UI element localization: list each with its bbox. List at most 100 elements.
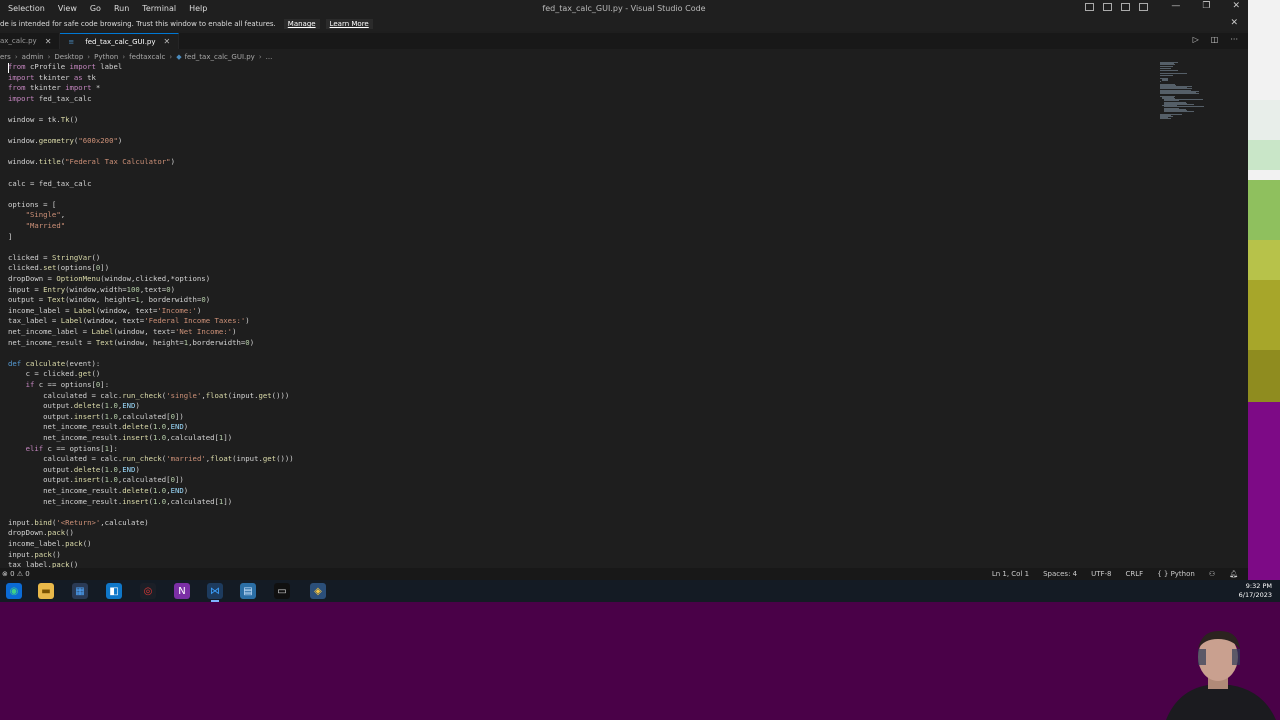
onenote-icon[interactable]: N xyxy=(174,583,190,599)
code-line[interactable]: output.delete(1.0,END) xyxy=(8,465,140,476)
code-line[interactable]: net_income_result = Text(window, height=… xyxy=(8,338,254,349)
code-line[interactable]: clicked.set(options[0]) xyxy=(8,263,109,274)
code-line[interactable]: income_label.pack() xyxy=(8,539,92,550)
encoding[interactable]: UTF-8 xyxy=(1091,570,1111,578)
code-line[interactable]: tax_label = Label(window, text='Federal … xyxy=(8,316,250,327)
toggle-secondary-sidebar-icon[interactable] xyxy=(1121,3,1130,11)
code-line[interactable]: calculated = calc.run_check('married',fl… xyxy=(8,454,294,465)
notifications-icon[interactable]: 🔔︎ xyxy=(1229,570,1238,578)
vscode-icon[interactable]: ⋈ xyxy=(207,583,223,602)
breadcrumb-item[interactable]: Python xyxy=(94,53,118,61)
menu-help[interactable]: Help xyxy=(189,4,207,13)
code-line[interactable]: input.bind('<Return>',calculate) xyxy=(8,518,149,529)
indentation[interactable]: Spaces: 4 xyxy=(1043,570,1077,578)
edge-icon[interactable]: ◉ xyxy=(6,583,22,599)
notepad-icon[interactable]: ▤ xyxy=(240,583,256,599)
tab-close-icon[interactable]: ✕ xyxy=(45,37,52,46)
store-bag-icon[interactable]: ◧ xyxy=(106,583,122,599)
menu-go[interactable]: Go xyxy=(90,4,101,13)
tab-fed-tax-calc-gui[interactable]: ≡ fed_tax_calc_GUI.py ✕ xyxy=(60,33,180,49)
menu-terminal[interactable]: Terminal xyxy=(142,4,176,13)
breadcrumb: ers › admin › Desktop › Python › fedtaxcalc ›… xyxy=(0,51,272,62)
code-line[interactable]: net_income_result.insert(1.0,calculated[… xyxy=(8,497,232,508)
breadcrumb-item[interactable]: ers xyxy=(0,53,11,61)
code-line[interactable]: output.insert(1.0,calculated[0]) xyxy=(8,412,184,423)
breadcrumb-item[interactable]: Desktop xyxy=(54,53,83,61)
breadcrumb-item[interactable]: admin xyxy=(22,53,44,61)
file-explorer-icon[interactable]: ▬ xyxy=(38,583,54,599)
menu-view[interactable]: View xyxy=(58,4,77,13)
chevron-right-icon: › xyxy=(258,52,262,61)
code-line[interactable]: output = Text(window, height=1, borderwi… xyxy=(8,295,210,306)
end-of-line[interactable]: CRLF xyxy=(1126,570,1144,578)
close-icon[interactable]: ✕ xyxy=(1232,1,1240,11)
breadcrumb-item[interactable]: fedtaxcalc xyxy=(129,53,165,61)
language-mode[interactable]: { } Python xyxy=(1157,570,1195,578)
minimap-line xyxy=(1160,72,1187,74)
menu-run[interactable]: Run xyxy=(114,4,129,13)
python-file-icon: ◆ xyxy=(176,52,182,61)
tab-tax-calc[interactable]: ax_calc.py ✕ xyxy=(0,33,61,49)
minimize-icon[interactable]: — xyxy=(1171,1,1180,11)
tab-label: ax_calc.py xyxy=(0,37,37,45)
menu-selection[interactable]: Selection xyxy=(8,4,45,13)
feedback-icon[interactable]: ⚇ xyxy=(1209,570,1215,578)
code-line[interactable]: net_income_label = Label(window, text='N… xyxy=(8,327,237,338)
code-line[interactable]: input.pack() xyxy=(8,550,61,561)
store-icon[interactable]: ▦ xyxy=(72,583,88,599)
code-line[interactable]: net_income_result.delete(1.0,END) xyxy=(8,422,188,433)
code-line[interactable]: input = Entry(window,width=100,text=0) xyxy=(8,285,175,296)
code-line[interactable]: net_income_result.delete(1.0,END) xyxy=(8,486,188,497)
code-line[interactable]: elif c == options[1]: xyxy=(8,444,118,455)
learn-more-link[interactable]: Learn More xyxy=(325,19,373,29)
code-line[interactable]: "Single", xyxy=(8,210,66,221)
code-line[interactable]: window.geometry("600x200") xyxy=(8,136,122,147)
code-line[interactable]: import tkinter as tk xyxy=(8,73,96,84)
chevron-right-icon: › xyxy=(47,52,51,61)
code-line[interactable]: window.title("Federal Tax Calculator") xyxy=(8,157,175,168)
code-line[interactable]: def calculate(event): xyxy=(8,359,100,370)
code-line[interactable]: dropDown.pack() xyxy=(8,528,74,539)
status-bar: ⊗ 0 ⚠ 0 Ln 1, Col 1 Spaces: 4 UTF-8 CRLF… xyxy=(0,568,1248,580)
text-cursor xyxy=(8,63,9,73)
banner-close-icon[interactable]: ✕ xyxy=(1230,18,1238,28)
more-actions-icon[interactable]: ··· xyxy=(1230,35,1238,44)
tab-close-icon[interactable]: ✕ xyxy=(164,37,171,46)
python-icon[interactable]: ◈ xyxy=(310,583,326,599)
code-line[interactable]: calculated = calc.run_check('single',flo… xyxy=(8,391,289,402)
system-clock[interactable]: 9:32 PM 6/17/2023 xyxy=(1239,582,1272,600)
split-editor-icon[interactable]: ◫ xyxy=(1211,35,1219,44)
code-line[interactable]: import fed_tax_calc xyxy=(8,94,91,105)
minimap-line xyxy=(1160,81,1161,83)
code-line[interactable]: c = clicked.get() xyxy=(8,369,101,380)
run-icon[interactable]: ▷ xyxy=(1193,35,1199,44)
code-line[interactable]: from cProfile import label xyxy=(8,62,122,73)
code-line[interactable]: options = [ xyxy=(8,200,56,211)
toggle-panel-icon[interactable] xyxy=(1103,3,1112,11)
code-line[interactable]: "Married" xyxy=(8,221,66,232)
chrome-icon[interactable]: ◎ xyxy=(140,583,156,599)
code-editor[interactable]: from cProfile import label import tkinter… xyxy=(0,62,1150,570)
code-line[interactable]: income_label = Label(window, text='Incom… xyxy=(8,306,201,317)
code-line[interactable]: clicked = StringVar() xyxy=(8,253,100,264)
code-line[interactable]: net_income_result.insert(1.0,calculated[… xyxy=(8,433,232,444)
terminal-icon[interactable]: ▭ xyxy=(274,583,290,599)
code-line[interactable]: output.delete(1.0,END) xyxy=(8,401,140,412)
breadcrumb-item[interactable]: fed_tax_calc_GUI.py xyxy=(185,53,255,61)
manage-link[interactable]: Manage xyxy=(283,19,320,29)
code-line[interactable]: window = tk.Tk() xyxy=(8,115,78,126)
code-line[interactable]: ] xyxy=(8,232,12,243)
restore-icon[interactable]: ❐ xyxy=(1202,1,1210,11)
tab-label: fed_tax_calc_GUI.py xyxy=(85,37,156,46)
code-line[interactable]: calc = fed_tax_calc xyxy=(8,179,91,190)
code-line[interactable]: dropDown = OptionMenu(window,clicked,*op… xyxy=(8,274,210,285)
toggle-primary-sidebar-icon[interactable] xyxy=(1085,3,1094,11)
problems-indicator[interactable]: ⊗ 0 ⚠ 0 xyxy=(2,570,30,578)
code-line[interactable]: if c == options[0]: xyxy=(8,380,110,391)
code-line[interactable]: from tkinter import * xyxy=(8,83,100,94)
breadcrumb-item[interactable]: ... xyxy=(266,53,273,61)
cursor-position[interactable]: Ln 1, Col 1 xyxy=(992,570,1029,578)
code-line[interactable]: output.insert(1.0,calculated[0]) xyxy=(8,475,184,486)
customize-layout-icon[interactable] xyxy=(1139,3,1148,11)
minimap[interactable] xyxy=(1160,62,1220,122)
